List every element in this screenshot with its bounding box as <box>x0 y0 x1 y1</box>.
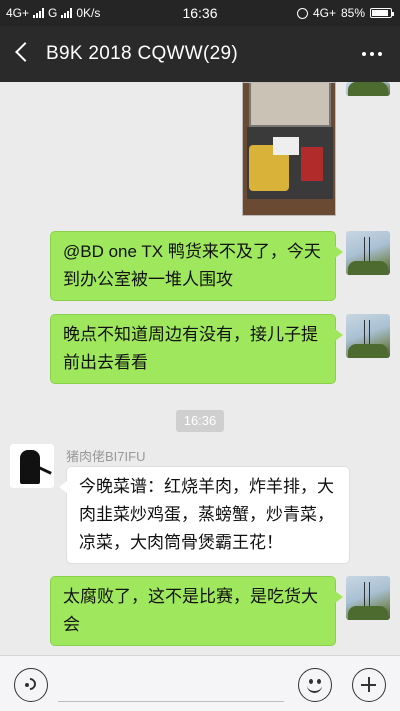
chat-title: B9K 2018 CQWW(29) <box>46 43 238 64</box>
message-bubble[interactable]: 晚点不知道周边有没有，接儿子提前出去看看 <box>50 314 343 384</box>
sender-name: 猪肉佬BI7IFU <box>66 449 146 464</box>
my-avatar[interactable] <box>346 314 390 358</box>
message-timestamp: 16:36 <box>176 410 224 432</box>
network-label: 4G+ <box>312 6 336 20</box>
smiley-icon <box>309 679 313 684</box>
message-bubble[interactable]: 太腐败了，这不是比赛，是吃货大会 <box>50 576 343 646</box>
status-bar: 4G+ G 0K/s 16:36 4G+ 85% <box>0 0 400 26</box>
alarm-icon <box>296 7 308 19</box>
back-button[interactable] <box>10 40 36 66</box>
chat-header: B9K 2018 CQWW(29) <box>0 26 400 82</box>
emoji-button[interactable] <box>298 668 332 702</box>
status-right: 4G+ 85% <box>296 6 394 20</box>
chevron-left-icon <box>15 42 35 62</box>
my-avatar[interactable] <box>346 576 390 620</box>
more-functions-button[interactable] <box>352 668 386 702</box>
my-avatar[interactable] <box>346 82 390 96</box>
image-message[interactable] <box>242 82 336 216</box>
battery-icon <box>370 8 394 18</box>
battery-percent: 85% <box>340 6 365 20</box>
message-list[interactable]: @BD one TX 鸭货来不及了，今天到办公室被一堆人围攻 晚点不知道周边有没… <box>0 82 400 655</box>
more-options-button[interactable] <box>358 44 386 64</box>
my-avatar[interactable] <box>346 231 390 275</box>
sender-avatar[interactable] <box>10 444 54 488</box>
message-bubble[interactable]: @BD one TX 鸭货来不及了，今天到办公室被一堆人围攻 <box>50 231 343 301</box>
message-input[interactable] <box>58 670 284 702</box>
message-bubble[interactable]: 今晚菜谱：红烧羊肉，炸羊排，大肉韭菜炒鸡蛋，蒸螃蟹，炒青菜，凉菜，大肉筒骨煲霸王… <box>59 466 350 564</box>
input-bar <box>0 655 400 711</box>
voice-input-button[interactable] <box>14 668 48 702</box>
